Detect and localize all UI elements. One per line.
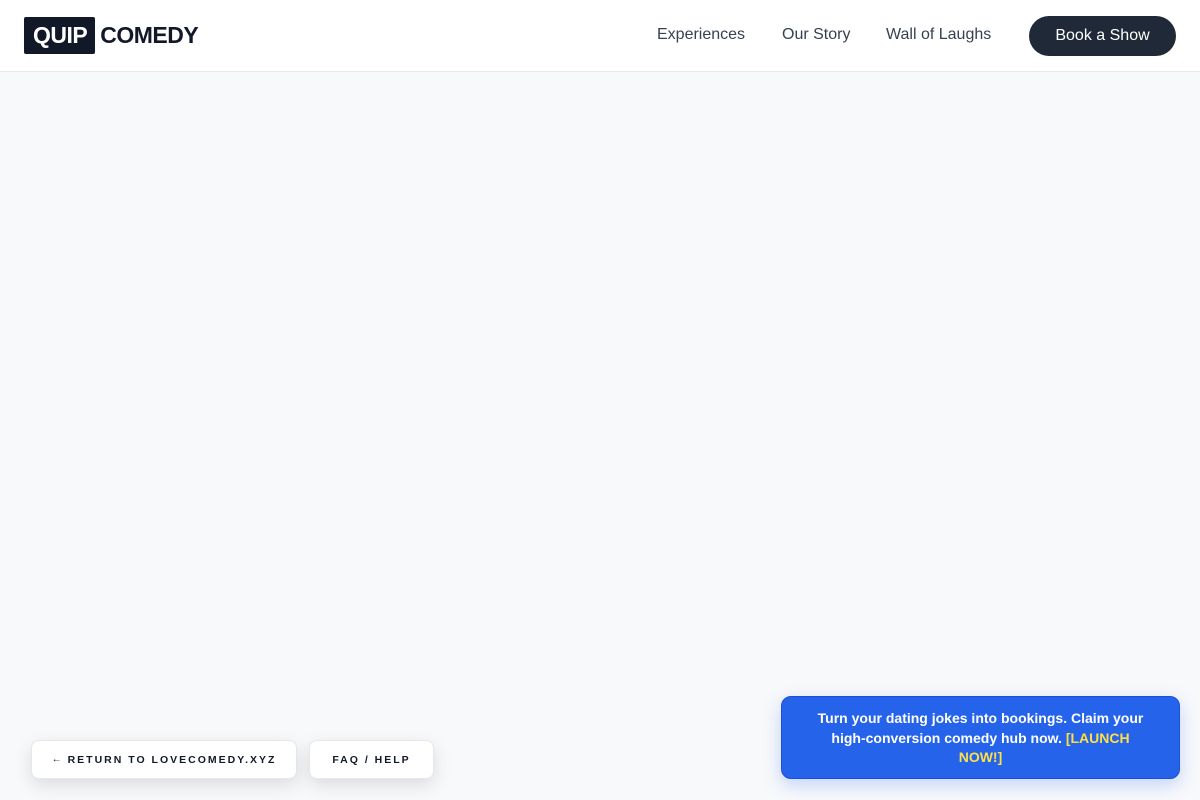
nav-link-experiences[interactable]: Experiences [657, 26, 745, 44]
logo-quip: QUIP [24, 17, 96, 54]
left-arrow-icon: ← [51, 754, 62, 765]
promo-banner: Turn your dating jokes into bookings. Cl… [781, 696, 1180, 779]
site-logo[interactable]: QUIP COMEDY [24, 17, 199, 54]
nav-link-wall-of-laughs[interactable]: Wall of Laughs [886, 26, 991, 44]
return-button-label: RETURN TO LOVECOMEDY.XYZ [67, 753, 277, 766]
book-a-show-button[interactable]: Book a Show [1029, 16, 1176, 56]
return-button[interactable]: ← RETURN TO LOVECOMEDY.XYZ [31, 740, 297, 779]
faq-help-button[interactable]: FAQ / HELP [309, 740, 434, 779]
nav-link-our-story[interactable]: Our Story [782, 26, 850, 44]
logo-comedy: COMEDY [100, 22, 199, 48]
top-navbar: QUIP COMEDY Experiences Our Story Wall o… [0, 0, 1200, 72]
